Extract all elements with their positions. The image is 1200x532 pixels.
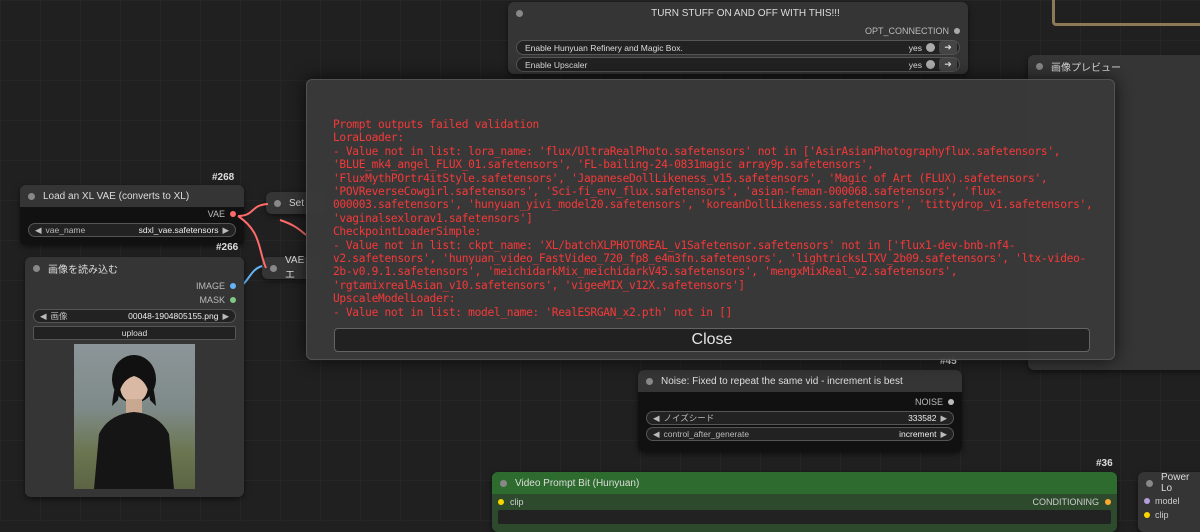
video-prompt-header[interactable]: Video Prompt Bit (Hunyuan)	[492, 472, 1117, 494]
noise-node[interactable]: Noise: Fixed to repeat the same vid - in…	[638, 370, 962, 452]
conditioning-output-socket[interactable]	[1105, 499, 1111, 505]
arrow-right-icon[interactable]: ▶	[940, 429, 947, 440]
collapse-dot-icon[interactable]	[500, 479, 507, 487]
arrow-left-icon[interactable]: ◀	[653, 413, 660, 424]
model-input-socket[interactable]	[1144, 498, 1150, 504]
input-label: clip	[1155, 510, 1169, 520]
clip-input-socket[interactable]	[498, 499, 504, 505]
power-lora-title: Power Lo	[1161, 472, 1190, 494]
mask-output-socket[interactable]	[230, 297, 236, 303]
output-label: IMAGE	[195, 281, 225, 291]
widget-value: increment	[899, 429, 937, 439]
arrow-left-icon[interactable]: ◀	[653, 429, 660, 440]
collapse-dot-icon[interactable]	[33, 264, 40, 272]
noise-node-title: Noise: Fixed to repeat the same vid - in…	[661, 375, 903, 387]
load-image-node[interactable]: 画像を読み込む IMAGE MASK ◀ 画像 00048-1904805155…	[25, 257, 244, 497]
output-row: MASK	[25, 293, 244, 307]
widget-value: 00048-1904805155.png	[128, 311, 219, 321]
close-label: Close	[691, 331, 733, 348]
output-label: CONDITIONING	[1032, 497, 1100, 507]
input-row: clip	[1138, 508, 1200, 522]
noise-output-socket[interactable]	[948, 399, 954, 405]
widget-label: control_after_generate	[663, 429, 750, 439]
image-combo[interactable]: ◀ 画像 00048-1904805155.png ▶	[33, 309, 236, 323]
portrait-thumbnail	[94, 355, 174, 489]
widget-label: 画像	[50, 311, 68, 321]
load-image-header[interactable]: 画像を読み込む	[25, 257, 244, 279]
video-prompt-title: Video Prompt Bit (Hunyuan)	[515, 477, 640, 489]
control-after-generate-combo[interactable]: ◀ control_after_generate increment ▶	[646, 427, 954, 441]
clip-input-socket[interactable]	[1144, 512, 1150, 518]
image-output-socket[interactable]	[230, 283, 236, 289]
arrow-right-icon[interactable]: ▶	[222, 311, 229, 322]
output-row: NOISE	[638, 395, 962, 409]
error-message: Prompt outputs failed validation LoraLoa…	[333, 118, 1093, 319]
upload-label: upload	[121, 328, 148, 338]
collapse-dot-icon[interactable]	[1146, 479, 1153, 487]
collapse-dot-icon[interactable]	[646, 377, 653, 385]
node-id-badge: #36	[1096, 458, 1113, 469]
input-label: clip	[510, 497, 524, 507]
load-image-title: 画像を読み込む	[48, 264, 118, 276]
power-lora-node[interactable]: Power Lo model clip	[1138, 472, 1200, 532]
output-label: NOISE	[914, 397, 943, 407]
widget-value: 333582	[908, 413, 937, 423]
arrow-left-icon[interactable]: ◀	[40, 311, 47, 322]
io-row: clip CONDITIONING	[492, 494, 1117, 510]
error-dialog: Prompt outputs failed validation LoraLoa…	[306, 79, 1115, 360]
noise-seed-widget[interactable]: ◀ ノイズシード 333582 ▶	[646, 411, 954, 425]
close-button[interactable]: Close	[334, 328, 1090, 352]
input-label: model	[1155, 496, 1180, 506]
input-row: model	[1138, 494, 1200, 508]
image-preview	[74, 344, 195, 489]
video-prompt-node[interactable]: Video Prompt Bit (Hunyuan) clip CONDITIO…	[492, 472, 1117, 532]
output-label: MASK	[199, 295, 225, 305]
arrow-right-icon[interactable]: ▶	[940, 413, 947, 424]
vae-wire	[279, 219, 307, 236]
power-lora-header[interactable]: Power Lo	[1138, 472, 1200, 494]
output-row: IMAGE	[25, 279, 244, 293]
vae-wire	[237, 203, 269, 217]
noise-node-header[interactable]: Noise: Fixed to repeat the same vid - in…	[638, 370, 962, 392]
widget-label: ノイズシード	[663, 413, 715, 423]
upload-button[interactable]: upload	[33, 326, 236, 340]
